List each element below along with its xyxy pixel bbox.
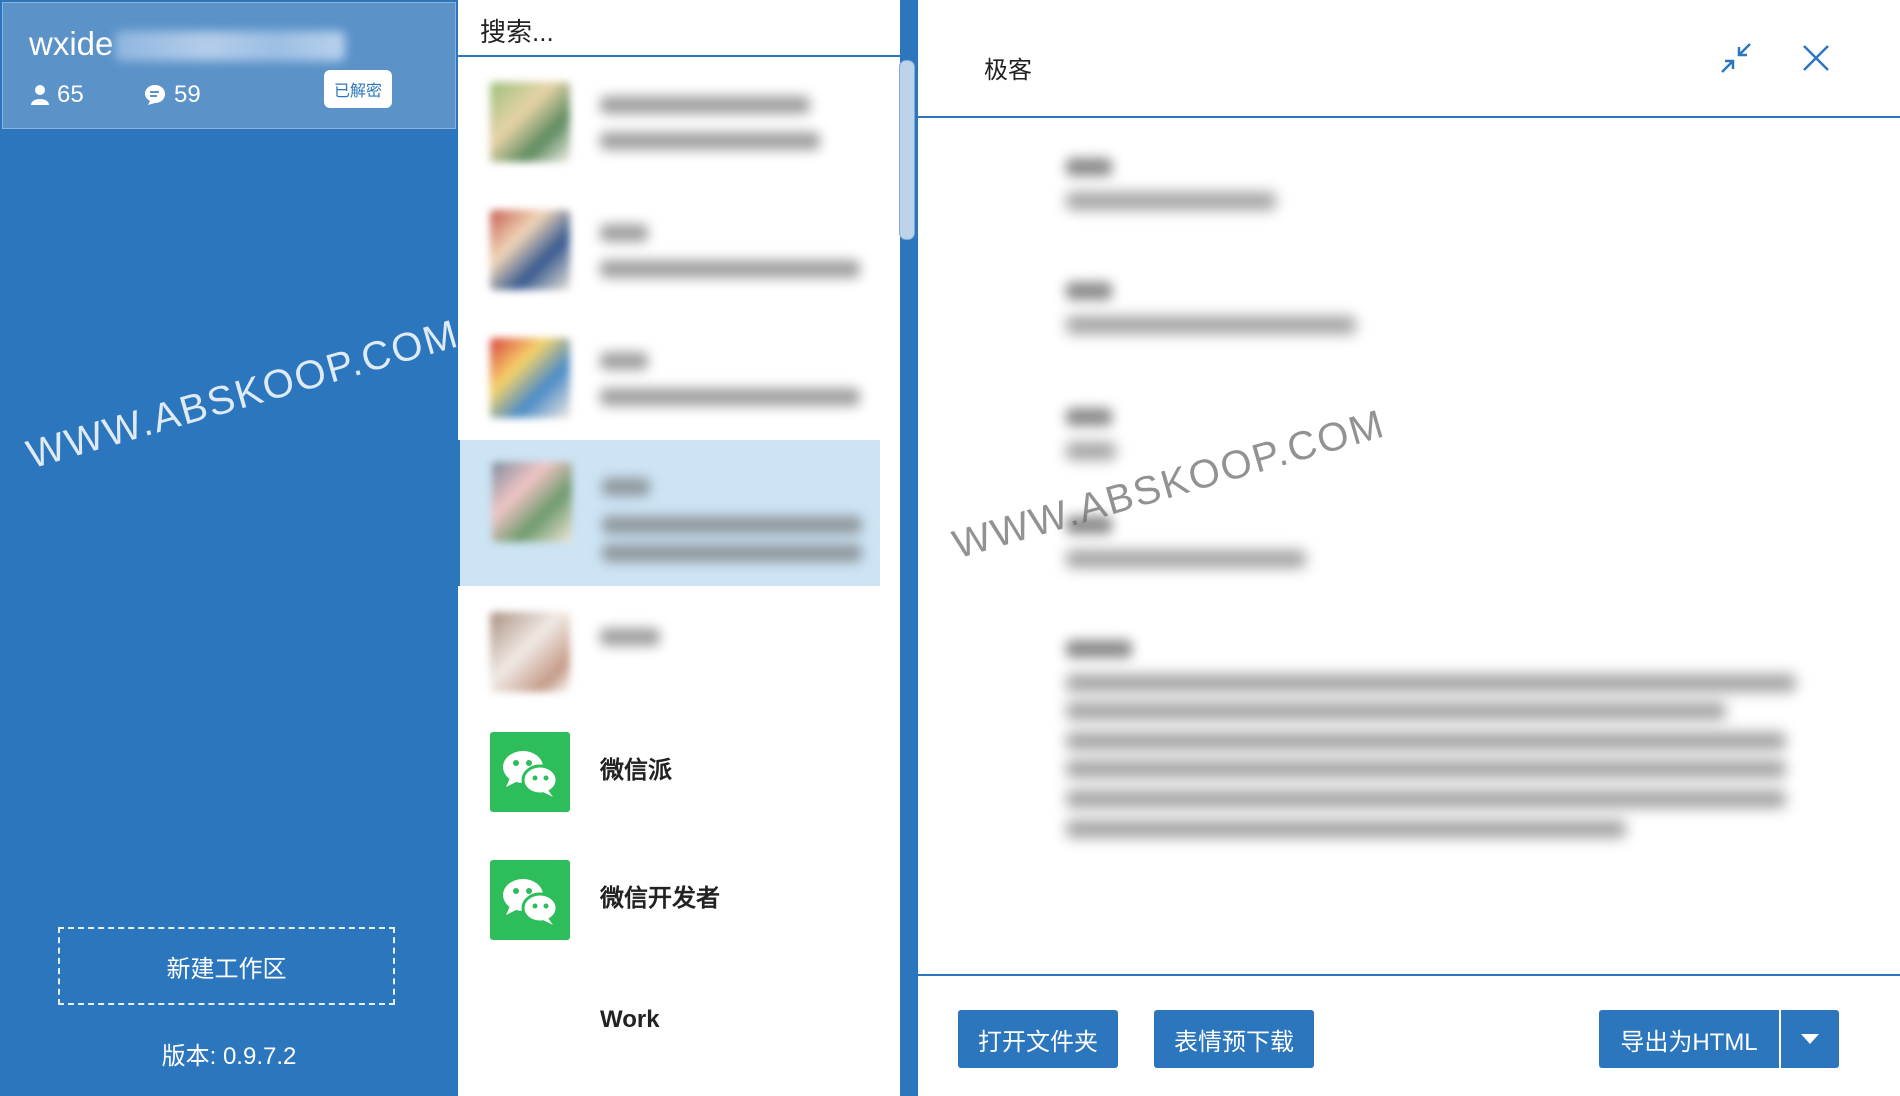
chat-name-blurred <box>600 224 648 242</box>
message-area <box>918 118 1900 976</box>
chat-list-item[interactable] <box>458 188 878 312</box>
export-options-button[interactable] <box>1781 1010 1839 1068</box>
chat-avatar <box>490 82 570 162</box>
chat-list-item-weixinpai[interactable]: 微信派 <box>458 708 878 832</box>
account-name-text: wxide <box>29 25 114 62</box>
message-text-blurred <box>1066 732 1786 750</box>
workspace-sidebar: wxide 65 59 已解密 WWW.ABSKOOP.COM 新建工作区 版本… <box>0 0 464 1096</box>
chat-title: 极客 <box>984 57 1032 84</box>
chat-list-panel: 搜索... 微信派 微信开发者 Work <box>458 0 918 1096</box>
message-text-blurred <box>1066 674 1796 692</box>
emoji-download-button[interactable]: 表情预下载 <box>1154 1010 1314 1068</box>
member-count: 65 <box>31 81 84 109</box>
watermark: WWW.ABSKOOP.COM <box>22 311 464 478</box>
chat-name: Work <box>600 1006 660 1033</box>
chat-name-blurred <box>600 352 648 370</box>
message-text-blurred <box>1066 820 1626 838</box>
account-id-blurred <box>115 31 346 62</box>
chat-detail-panel: 极客 WWW.ABSKOOP.COM 打开文件夹 表情预下载 导出为HTML <box>918 0 1900 1096</box>
chat-name-blurred <box>602 478 650 496</box>
chat-list-item-work[interactable]: Work <box>458 964 878 1088</box>
chat-list-item-selected[interactable] <box>458 440 880 586</box>
chat-list-item[interactable] <box>458 590 878 714</box>
message-text-blurred <box>1066 192 1276 210</box>
chat-avatar <box>490 210 570 290</box>
close-icon[interactable] <box>1798 40 1834 76</box>
chat-preview-blurred <box>600 388 860 406</box>
chat-list-item-weixin-dev[interactable]: 微信开发者 <box>458 836 878 960</box>
chat-detail-footer: 打开文件夹 表情预下载 导出为HTML <box>918 974 1900 1096</box>
chat-avatar <box>492 462 572 542</box>
member-count-value: 65 <box>57 81 84 108</box>
minimize-icon[interactable] <box>1718 40 1754 76</box>
chat-count: 59 <box>144 81 201 109</box>
account-name: wxide <box>29 25 346 63</box>
open-folder-button[interactable]: 打开文件夹 <box>958 1010 1118 1068</box>
message-text-blurred <box>1066 790 1786 808</box>
user-icon <box>31 85 49 105</box>
chat-name-blurred <box>600 96 810 114</box>
wechat-icon <box>490 860 570 940</box>
message-sender-blurred <box>1066 158 1112 176</box>
chevron-down-icon <box>1801 1034 1819 1044</box>
version-label: 版本: 0.9.7.2 <box>161 1043 297 1070</box>
chat-name-blurred <box>600 628 660 646</box>
chat-list-item[interactable] <box>458 316 878 440</box>
account-card[interactable]: wxide 65 59 已解密 <box>2 2 456 129</box>
chat-preview-blurred <box>600 260 860 278</box>
message-text-blurred <box>1066 316 1356 334</box>
message-sender-blurred <box>1066 408 1112 426</box>
chat-preview-blurred <box>600 132 820 150</box>
chat-detail-header: 极客 <box>918 0 1900 118</box>
chat-preview-blurred <box>602 516 862 534</box>
search-input[interactable]: 搜索... <box>458 0 900 57</box>
chat-list-item[interactable] <box>458 60 878 184</box>
decrypted-badge[interactable]: 已解密 <box>324 70 392 108</box>
chat-count-value: 59 <box>174 81 201 108</box>
message-text-blurred <box>1066 702 1726 720</box>
chat-avatar <box>490 338 570 418</box>
export-html-button[interactable]: 导出为HTML <box>1599 1010 1779 1068</box>
scrollbar-thumb[interactable] <box>899 60 915 240</box>
chat-bubble-icon <box>145 85 165 105</box>
message-sender-blurred <box>1066 640 1132 658</box>
chat-name: 微信开发者 <box>600 885 720 912</box>
chat-name: 微信派 <box>600 757 672 784</box>
message-text-blurred <box>1066 760 1786 778</box>
chat-avatar <box>490 612 570 692</box>
wechat-icon <box>490 732 570 812</box>
message-text-blurred <box>1066 550 1306 568</box>
message-sender-blurred <box>1066 282 1112 300</box>
new-workspace-button[interactable]: 新建工作区 <box>58 927 395 1005</box>
chat-preview-blurred <box>602 544 862 562</box>
message-text-blurred <box>1066 442 1116 460</box>
